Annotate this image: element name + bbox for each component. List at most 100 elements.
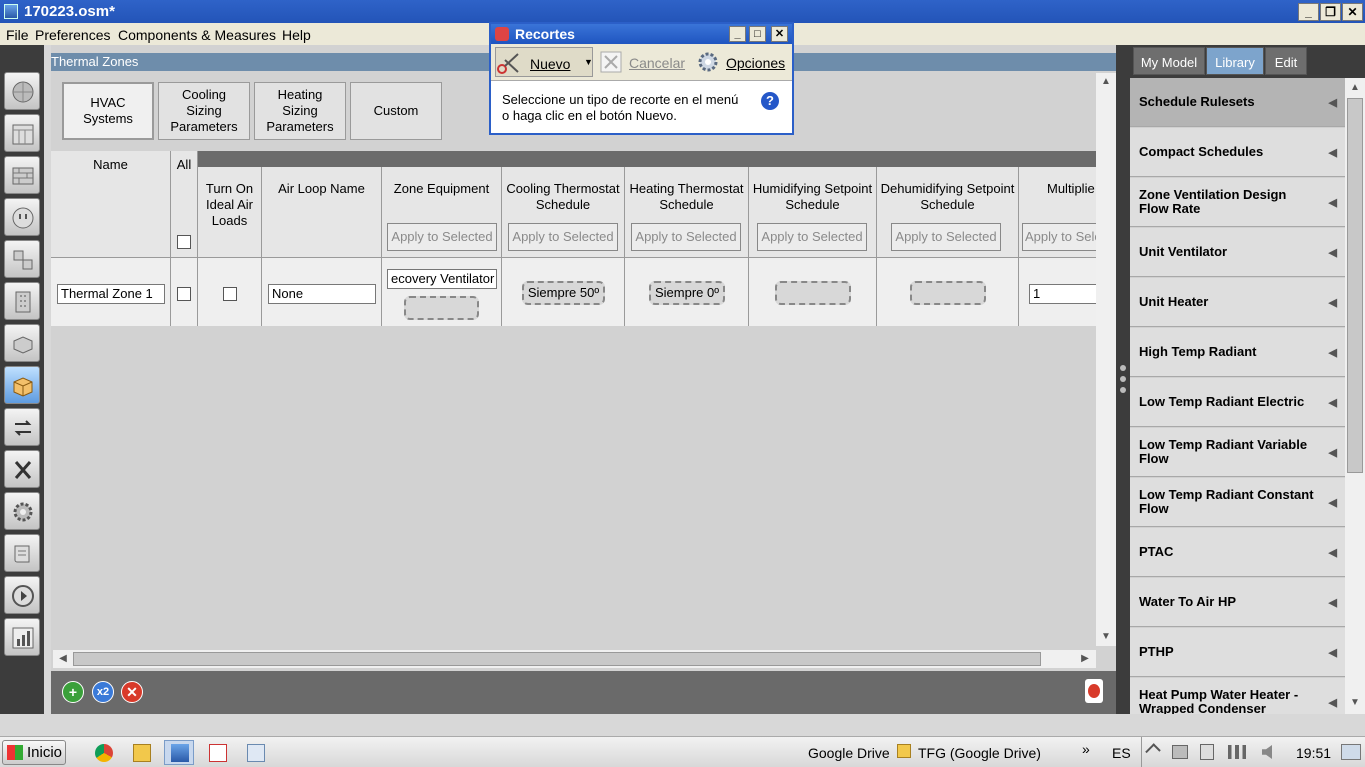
tray-expand-icon[interactable] (1145, 743, 1161, 759)
list-item[interactable]: High Temp Radiant ◀ (1130, 328, 1345, 377)
simulation-settings-tab-button[interactable] (4, 492, 40, 530)
apply-heating-thermostat-button[interactable]: Apply to Selected (631, 223, 741, 251)
run-tab-button[interactable] (4, 576, 40, 614)
subtab-custom[interactable]: Custom (350, 82, 442, 140)
air-loop-name-field[interactable]: None (268, 284, 376, 304)
tfg-drive-link[interactable]: TFG (Google Drive) (918, 745, 1041, 761)
apply-zone-equipment-button[interactable]: Apply to Selected (387, 223, 497, 251)
snipping-title-bar[interactable]: Recortes _ □ ✕ (491, 24, 792, 44)
scroll-up-arrow-icon[interactable]: ▲ (1347, 80, 1363, 96)
menu-file[interactable]: File (6, 27, 29, 43)
list-item[interactable]: Schedule Rulesets ◀ (1130, 78, 1345, 127)
building-tab-button[interactable] (4, 282, 40, 320)
cancel-snip-button[interactable]: Cancelar (599, 47, 689, 77)
zone-equipment-item[interactable]: ecovery Ventilator (387, 269, 497, 289)
taskbar-chrome[interactable] (88, 740, 118, 765)
space-types-tab-button[interactable] (4, 240, 40, 278)
output-variables-tab-button[interactable] (4, 450, 40, 488)
grid-vertical-scrollbar[interactable]: ▲ ▼ (1096, 73, 1116, 646)
minimize-button[interactable]: _ (1298, 3, 1319, 21)
options-button[interactable]: Opciones (696, 47, 792, 77)
volume-icon[interactable] (1262, 745, 1272, 759)
scroll-down-arrow-icon[interactable]: ▼ (1098, 629, 1114, 645)
scroll-down-arrow-icon[interactable]: ▼ (1347, 695, 1363, 711)
humidifying-schedule-drop-zone[interactable] (775, 281, 851, 305)
clock[interactable]: 19:51 (1296, 745, 1331, 761)
delete-zone-button[interactable]: ✕ (121, 681, 143, 703)
taskbar-openstudio[interactable] (164, 740, 194, 765)
tab-library[interactable]: Library (1206, 47, 1264, 75)
library-scroll-thumb[interactable] (1347, 98, 1363, 473)
select-all-checkbox[interactable] (177, 235, 191, 249)
cooling-schedule-drop-zone[interactable]: Siempre 50º (522, 281, 605, 305)
taskbar-explorer[interactable] (126, 740, 156, 765)
close-button[interactable]: ✕ (1342, 3, 1363, 21)
multiplier-field[interactable]: 1 (1029, 284, 1096, 304)
hvac-tab-button[interactable] (4, 408, 40, 446)
row-select-checkbox[interactable] (177, 287, 191, 301)
list-item[interactable]: Heat Pump Water Heater - Wrapped Condens… (1130, 678, 1345, 714)
snipping-maximize-button[interactable]: □ (749, 26, 766, 42)
menu-components-measures[interactable]: Components & Measures (118, 27, 276, 43)
subtab-heating-sizing[interactable]: Heating Sizing Parameters (254, 82, 346, 140)
list-item[interactable]: Zone Ventilation Design Flow Rate ◀ (1130, 178, 1345, 227)
chevron-right-icon[interactable]: » (1082, 741, 1090, 757)
apply-cooling-thermostat-button[interactable]: Apply to Selected (508, 223, 618, 251)
help-icon[interactable]: ? (761, 92, 779, 110)
device-icon[interactable] (1200, 744, 1214, 760)
apply-humidifying-button[interactable]: Apply to Selected (757, 223, 867, 251)
zone-equipment-drop-zone[interactable] (404, 296, 479, 320)
list-item[interactable]: PTAC ◀ (1130, 528, 1345, 577)
start-button[interactable]: Inicio (2, 740, 66, 765)
schedules-tab-button[interactable] (4, 114, 40, 152)
google-drive-link[interactable]: Google Drive (808, 745, 890, 761)
apply-multiplier-button[interactable]: Apply to Sele (1022, 223, 1096, 251)
geometry-tab-button[interactable] (4, 324, 40, 362)
subtab-hvac-systems[interactable]: HVAC Systems (62, 82, 154, 140)
library-scrollbar[interactable]: ▲ ▼ (1345, 78, 1365, 714)
new-snip-button[interactable]: Nuevo ▼ (495, 47, 593, 77)
taskbar-app[interactable] (202, 740, 232, 765)
scroll-right-arrow-icon[interactable]: ▶ (1077, 651, 1093, 667)
add-zone-button[interactable]: + (62, 681, 84, 703)
list-item[interactable]: Low Temp Radiant Variable Flow ◀ (1130, 428, 1345, 477)
show-desktop-icon[interactable] (1341, 744, 1361, 760)
panel-splitter[interactable] (1116, 45, 1130, 714)
maximize-button[interactable]: ❐ (1320, 3, 1341, 21)
scripts-tab-button[interactable] (4, 534, 40, 572)
thermal-zones-tab-button[interactable] (4, 366, 40, 404)
dropdown-arrow-icon[interactable]: ▼ (584, 57, 593, 67)
list-item[interactable]: Unit Ventilator ◀ (1130, 228, 1345, 277)
list-item[interactable]: Water To Air HP ◀ (1130, 578, 1345, 627)
tab-my-model[interactable]: My Model (1133, 47, 1205, 75)
tab-edit[interactable]: Edit (1265, 47, 1307, 75)
language-indicator[interactable]: ES (1112, 745, 1131, 761)
list-item[interactable]: Compact Schedules ◀ (1130, 128, 1345, 177)
ideal-air-loads-checkbox[interactable] (223, 287, 237, 301)
list-item[interactable]: PTHP ◀ (1130, 628, 1345, 677)
purge-icon[interactable] (1085, 679, 1103, 703)
horizontal-scroll-thumb[interactable] (73, 652, 1041, 666)
snipping-close-button[interactable]: ✕ (771, 26, 788, 42)
menu-preferences[interactable]: Preferences (35, 27, 110, 43)
grid-horizontal-scrollbar[interactable]: ◀ ▶ (53, 650, 1096, 668)
results-tab-button[interactable] (4, 618, 40, 656)
zone-name-field[interactable]: Thermal Zone 1 (57, 284, 165, 304)
scroll-left-arrow-icon[interactable]: ◀ (55, 651, 71, 667)
action-center-icon[interactable] (1172, 745, 1188, 759)
network-signal-icon[interactable] (1228, 745, 1246, 759)
scroll-up-arrow-icon[interactable]: ▲ (1098, 74, 1114, 90)
taskbar-snipping[interactable] (240, 740, 270, 765)
list-item[interactable]: Unit Heater ◀ (1130, 278, 1345, 327)
list-item[interactable]: Low Temp Radiant Electric ◀ (1130, 378, 1345, 427)
copy-zone-button[interactable]: x2 (92, 681, 114, 703)
constructions-tab-button[interactable] (4, 156, 40, 194)
snipping-minimize-button[interactable]: _ (729, 26, 746, 42)
menu-help[interactable]: Help (282, 27, 311, 43)
loads-tab-button[interactable] (4, 198, 40, 236)
apply-dehumidifying-button[interactable]: Apply to Selected (891, 223, 1001, 251)
heating-schedule-drop-zone[interactable]: Siempre 0º (649, 281, 725, 305)
site-tab-button[interactable] (4, 72, 40, 110)
subtab-cooling-sizing[interactable]: Cooling Sizing Parameters (158, 82, 250, 140)
dehumidifying-schedule-drop-zone[interactable] (910, 281, 986, 305)
